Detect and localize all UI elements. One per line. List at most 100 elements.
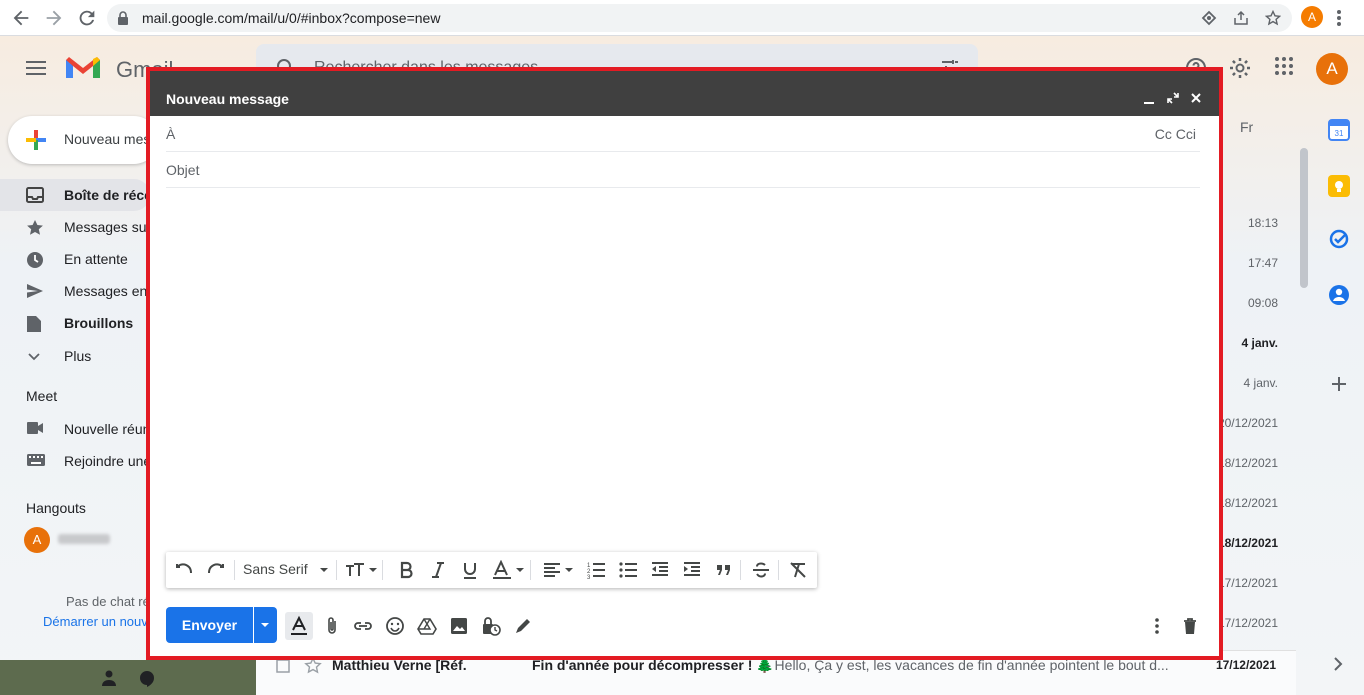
email-date: 09:08 (1247, 296, 1278, 310)
lock-icon[interactable] (117, 11, 129, 25)
person-icon[interactable] (102, 670, 116, 686)
remove-formatting-icon[interactable] (788, 560, 808, 580)
email-date: 18/12/2021 (1217, 496, 1278, 510)
back-arrow-icon[interactable] (10, 7, 32, 29)
close-icon[interactable] (1189, 91, 1203, 105)
add-addon-icon[interactable] (1329, 374, 1351, 396)
video-icon (26, 421, 44, 435)
formatting-options-icon[interactable] (285, 612, 313, 640)
subject-field[interactable]: Objet (166, 152, 1200, 188)
nav-more[interactable]: Plus (0, 340, 150, 372)
send-button[interactable]: Envoyer (166, 607, 253, 643)
hangouts-chat-icon[interactable] (139, 670, 155, 688)
numbered-list-icon[interactable]: 123 (586, 560, 606, 580)
star-icon (26, 219, 44, 237)
subject-input[interactable]: Objet (166, 162, 199, 178)
italic-icon[interactable] (428, 560, 448, 580)
cc-link[interactable]: Cc (1155, 126, 1172, 142)
apps-grid-icon[interactable] (1274, 56, 1294, 76)
bookmark-star-icon[interactable] (1265, 10, 1281, 26)
compose-window: Nouveau message À Cc Cci Objet Sans Seri… (146, 67, 1223, 660)
indent-more-icon[interactable] (682, 560, 702, 580)
reload-icon[interactable] (76, 7, 98, 29)
address-bar[interactable]: mail.google.com/mail/u/0/#inbox?compose=… (107, 4, 1292, 32)
browser-profile-avatar[interactable]: A (1301, 6, 1323, 28)
bcc-link[interactable]: Cci (1176, 126, 1196, 142)
redo-icon[interactable] (206, 560, 226, 580)
font-size-icon[interactable] (344, 560, 378, 580)
toolbar-divider (336, 560, 337, 580)
browser-menu-icon[interactable] (1336, 7, 1346, 29)
strikethrough-icon[interactable] (751, 560, 771, 580)
font-dropdown-arrow-icon[interactable] (318, 560, 330, 580)
align-icon[interactable] (542, 560, 576, 580)
to-label: À (166, 126, 176, 142)
emoji-icon[interactable] (385, 616, 405, 636)
signature-pen-icon[interactable] (513, 616, 533, 636)
toolbar-divider (234, 560, 235, 580)
gmail-logo-icon[interactable] (64, 54, 102, 82)
plus-icon (24, 128, 48, 152)
meet-join-meeting[interactable]: Rejoindre une réunion (0, 445, 202, 477)
toolbar-divider (778, 560, 779, 580)
hangouts-title: Hangouts (26, 500, 86, 516)
confidential-mode-icon[interactable] (481, 616, 501, 636)
insert-photo-icon[interactable] (449, 616, 469, 636)
nav-starred[interactable]: Messages suivis (0, 211, 167, 243)
svg-text:3: 3 (587, 575, 591, 580)
compose-button[interactable]: Nouveau message (8, 116, 181, 164)
minimize-icon[interactable] (1142, 91, 1156, 105)
compose-header[interactable]: Nouveau message (150, 71, 1219, 116)
contacts-icon[interactable] (1328, 284, 1350, 306)
message-body-editor[interactable] (166, 191, 1200, 551)
bold-icon[interactable] (396, 560, 416, 580)
calendar-icon[interactable]: 31 (1328, 119, 1350, 141)
eye-dropper-icon[interactable] (1201, 10, 1217, 26)
discard-draft-trash-icon[interactable] (1180, 616, 1200, 636)
forward-arrow-icon[interactable] (43, 7, 65, 29)
nav-snoozed-label: En attente (64, 251, 128, 267)
browser-toolbar: mail.google.com/mail/u/0/#inbox?compose=… (0, 0, 1364, 36)
email-list-scrollbar[interactable] (1300, 148, 1308, 288)
meet-new-meeting[interactable]: Nouvelle réunion (0, 413, 169, 445)
indent-less-icon[interactable] (650, 560, 670, 580)
insert-link-icon[interactable] (353, 616, 373, 636)
quote-icon[interactable] (714, 560, 734, 580)
nav-snoozed[interactable]: En attente (0, 243, 150, 275)
google-drive-icon[interactable] (417, 616, 437, 636)
undo-icon[interactable] (174, 560, 194, 580)
chevron-right-icon[interactable] (1330, 656, 1352, 678)
settings-gear-icon[interactable] (1228, 56, 1252, 80)
email-date: 4 janv. (1241, 336, 1278, 350)
attach-file-icon[interactable] (322, 616, 342, 636)
keep-icon[interactable] (1328, 175, 1350, 197)
nav-inbox[interactable]: Boîte de réception (0, 179, 186, 211)
to-field[interactable]: À Cc Cci (166, 116, 1200, 152)
keyboard-icon (26, 453, 46, 467)
hangouts-user-name-blurred (58, 534, 110, 544)
formatting-toolbar: Sans Serif 123 (166, 552, 817, 588)
more-options-icon[interactable] (1153, 616, 1161, 636)
account-avatar[interactable]: A (1316, 53, 1348, 85)
nav-drafts[interactable]: Brouillons (0, 307, 150, 339)
email-date: 18/12/2021 (1217, 536, 1278, 550)
exit-fullscreen-icon[interactable] (1166, 91, 1180, 105)
row-checkbox[interactable] (276, 659, 290, 673)
hangouts-avatar[interactable]: A (24, 527, 50, 553)
text-color-icon[interactable] (492, 560, 526, 580)
email-date: 17/12/2021 (1217, 576, 1278, 590)
main-menu-icon[interactable] (26, 60, 46, 76)
underline-icon[interactable] (460, 560, 480, 580)
toolbar-divider (740, 560, 741, 580)
email-date: 18:13 (1247, 216, 1278, 230)
schedule-send-dropdown[interactable] (254, 607, 277, 643)
tasks-icon[interactable] (1328, 228, 1350, 250)
clock-icon (26, 251, 44, 269)
meet-title: Meet (26, 388, 58, 404)
nav-sent[interactable]: Messages envoyés (0, 275, 184, 307)
share-icon[interactable] (1233, 10, 1249, 26)
input-language-selector[interactable]: Fr (1240, 119, 1253, 135)
font-family-select[interactable]: Sans Serif (243, 561, 308, 577)
send-icon (26, 283, 44, 299)
bulleted-list-icon[interactable] (618, 560, 638, 580)
